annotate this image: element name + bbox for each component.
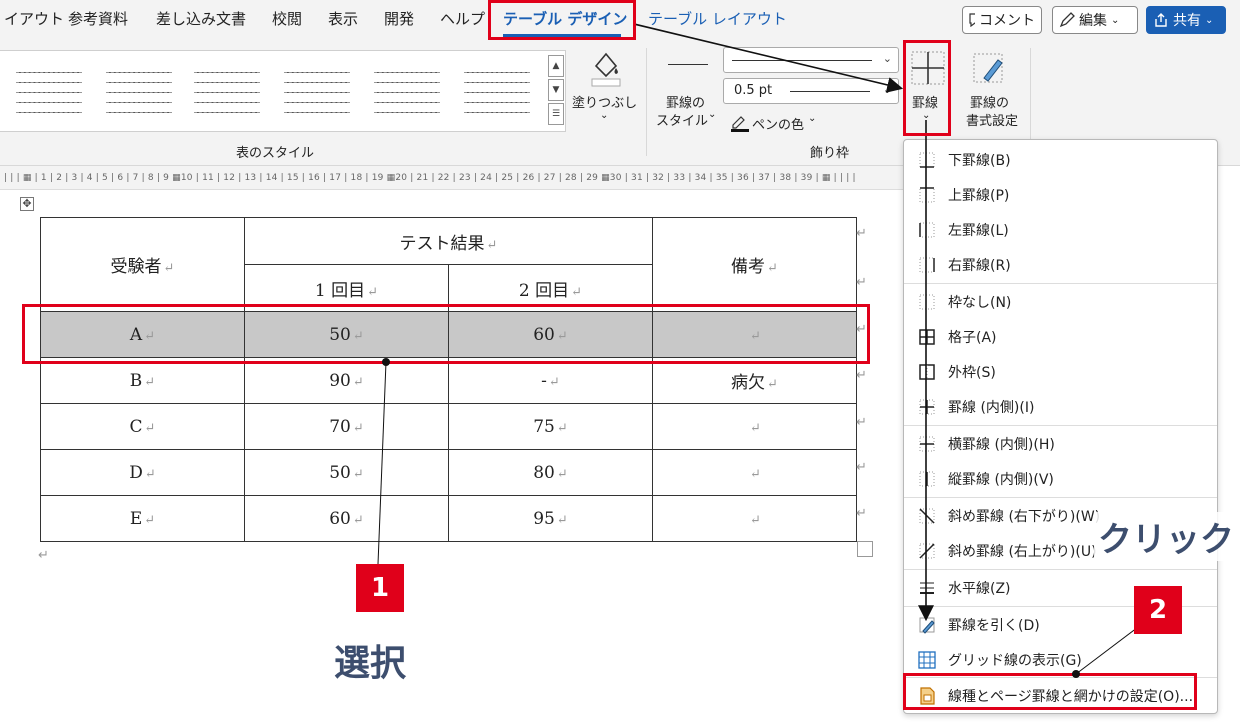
annotation-arrows: [377, 23, 1159, 675]
word-window: イアウト 参考資料 差し込み文書 校閲 表示 開発 ヘルプ テーブル デザイン …: [0, 0, 1240, 727]
click-annotation-label: クリック: [1094, 512, 1238, 561]
step-badge-1: 1: [356, 564, 404, 612]
select-annotation-label: 選択: [334, 643, 407, 684]
annotation-dot: [1072, 670, 1080, 678]
step-badge-2: 2: [1134, 586, 1182, 634]
annotation-dot: [382, 358, 390, 366]
